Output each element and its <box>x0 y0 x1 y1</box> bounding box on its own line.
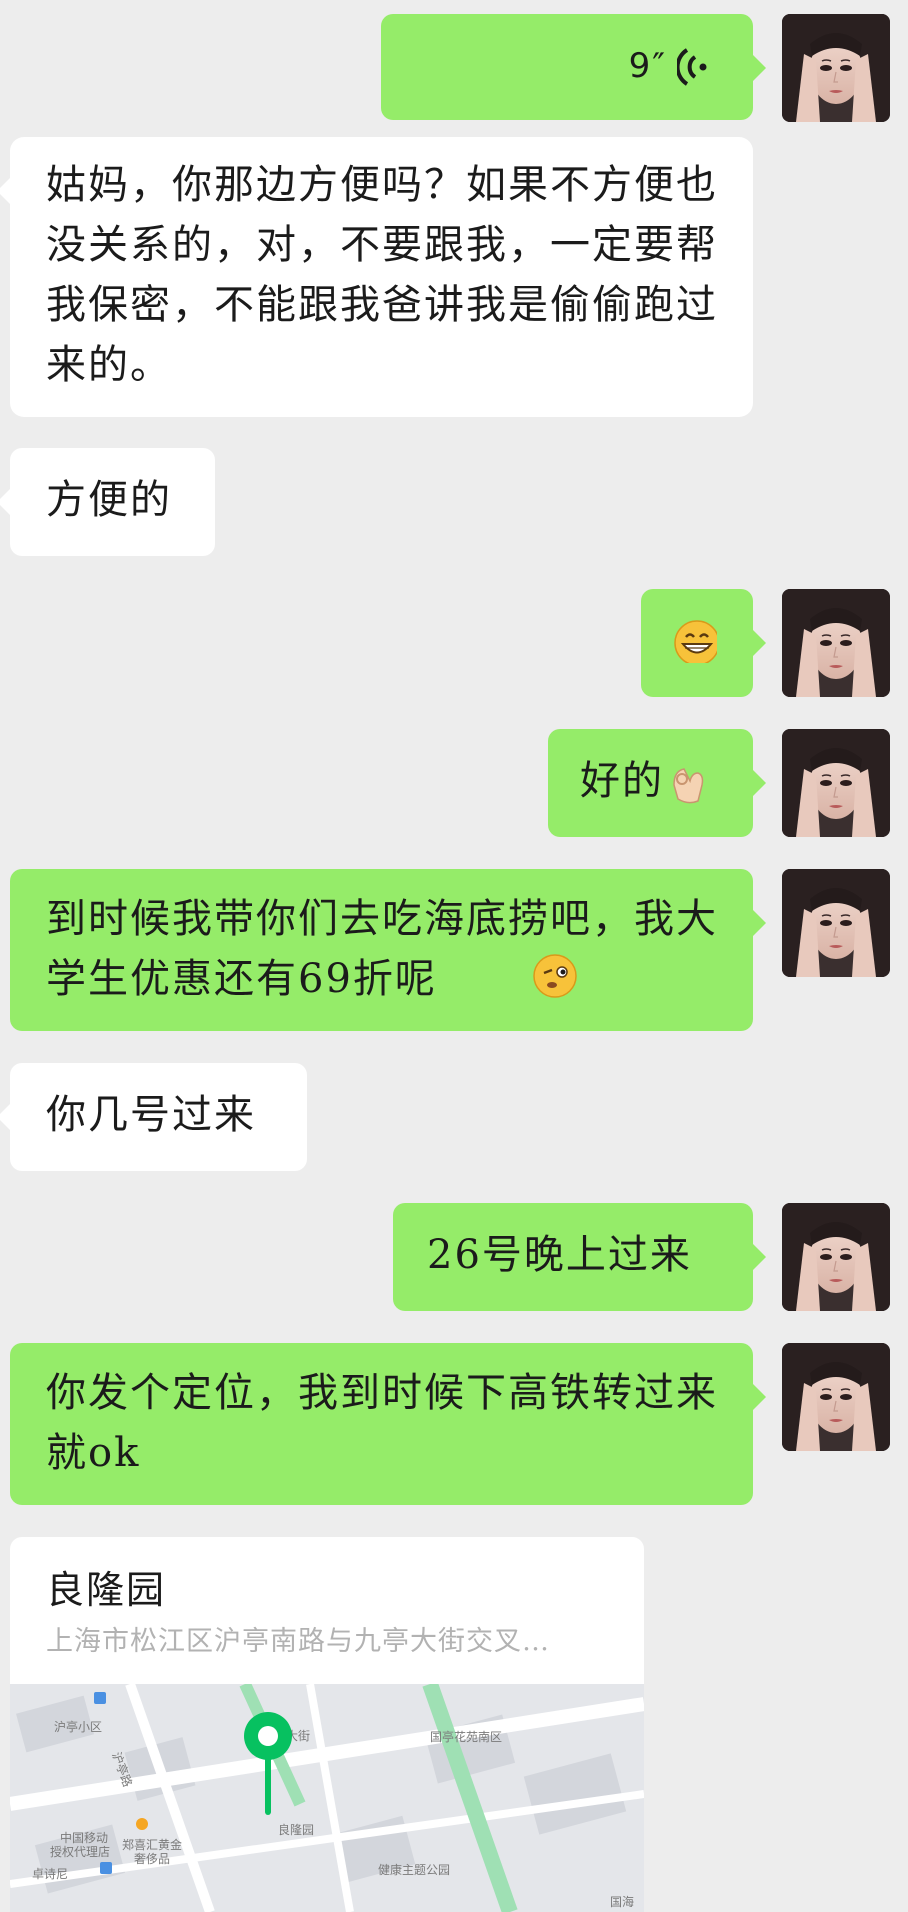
message-bubble-incoming[interactable]: 方便的 <box>0 448 215 556</box>
message-text: 26号晚上过来 <box>427 1232 692 1278</box>
avatar[interactable] <box>782 589 890 697</box>
location-title: 良隆园 <box>46 1568 167 1612</box>
subway-icon <box>94 1692 106 1704</box>
message-bubble-outgoing[interactable]: 到时候我带你们去吃海底捞吧，我大学生优惠还有69折呢 <box>10 869 766 1031</box>
voice-duration: 9″ <box>628 46 667 86</box>
message-bubble-incoming[interactable]: 姑妈，你那边方便吗？如果不方便也没关系的，对，不要跟我，一定要帮我保密，不能跟我… <box>0 137 753 417</box>
voice-wave-icon <box>677 48 707 86</box>
winking-face-emoji <box>533 954 577 998</box>
map-label: 良隆园 <box>278 1822 314 1837</box>
avatar[interactable] <box>782 1203 890 1311</box>
map-label: 授权代理店 <box>50 1844 110 1859</box>
ok-hand-emoji <box>673 768 704 804</box>
location-address: 上海市松江区沪亭南路与九亭大街交叉… <box>46 1626 550 1657</box>
location-card[interactable]: 良隆园 上海市松江区沪亭南路与九亭大街交叉… 沪亭小区 沪亭路 大街 国亭花苑南… <box>10 1537 644 1912</box>
poi-icon <box>136 1818 148 1830</box>
map-label: 郑喜汇黄金 <box>122 1837 182 1852</box>
message-bubble-outgoing[interactable]: 好的 <box>548 729 766 837</box>
avatar[interactable] <box>782 14 890 122</box>
avatar[interactable] <box>782 1343 890 1451</box>
message-text: 方便的 <box>46 477 172 523</box>
bus-icon <box>100 1862 112 1874</box>
message-bubble-outgoing[interactable] <box>641 589 766 697</box>
map-label: 国海 <box>610 1894 634 1909</box>
message-text: 你几号过来 <box>46 1092 256 1138</box>
message-text: 姑妈，你那边方便吗？如果不方便也没关系的，对，不要跟我，一定要帮我保密，不能跟我… <box>46 162 718 388</box>
location-map[interactable]: 沪亭小区 沪亭路 大街 国亭花苑南区 中国移动 授权代理店 郑喜汇黄金 奢侈品 … <box>10 1684 644 1912</box>
message-text: 你发个定位，我到时候下高铁转过来就ok <box>46 1370 718 1476</box>
map-label: 卓诗尼 <box>32 1867 68 1881</box>
avatar[interactable] <box>782 729 890 837</box>
grinning-face-emoji <box>674 620 717 663</box>
map-label: 健康主题公园 <box>378 1862 450 1877</box>
message-bubble-incoming[interactable]: 你几号过来 <box>0 1063 307 1171</box>
map-label: 奢侈品 <box>134 1852 170 1866</box>
map-label: 沪亭小区 <box>54 1719 102 1734</box>
voice-message-bubble[interactable]: 9″ <box>381 14 766 120</box>
message-bubble-outgoing[interactable]: 你发个定位，我到时候下高铁转过来就ok <box>10 1343 766 1505</box>
avatar[interactable] <box>782 869 890 977</box>
message-text: 好的 <box>580 758 664 804</box>
map-label: 中国移动 <box>60 1830 108 1845</box>
map-label: 国亭花苑南区 <box>430 1729 502 1744</box>
message-bubble-outgoing[interactable]: 26号晚上过来 <box>393 1203 766 1311</box>
message-text: 到时候我带你们去吃海底捞吧，我大学生优惠还有69折呢 <box>46 896 718 1002</box>
